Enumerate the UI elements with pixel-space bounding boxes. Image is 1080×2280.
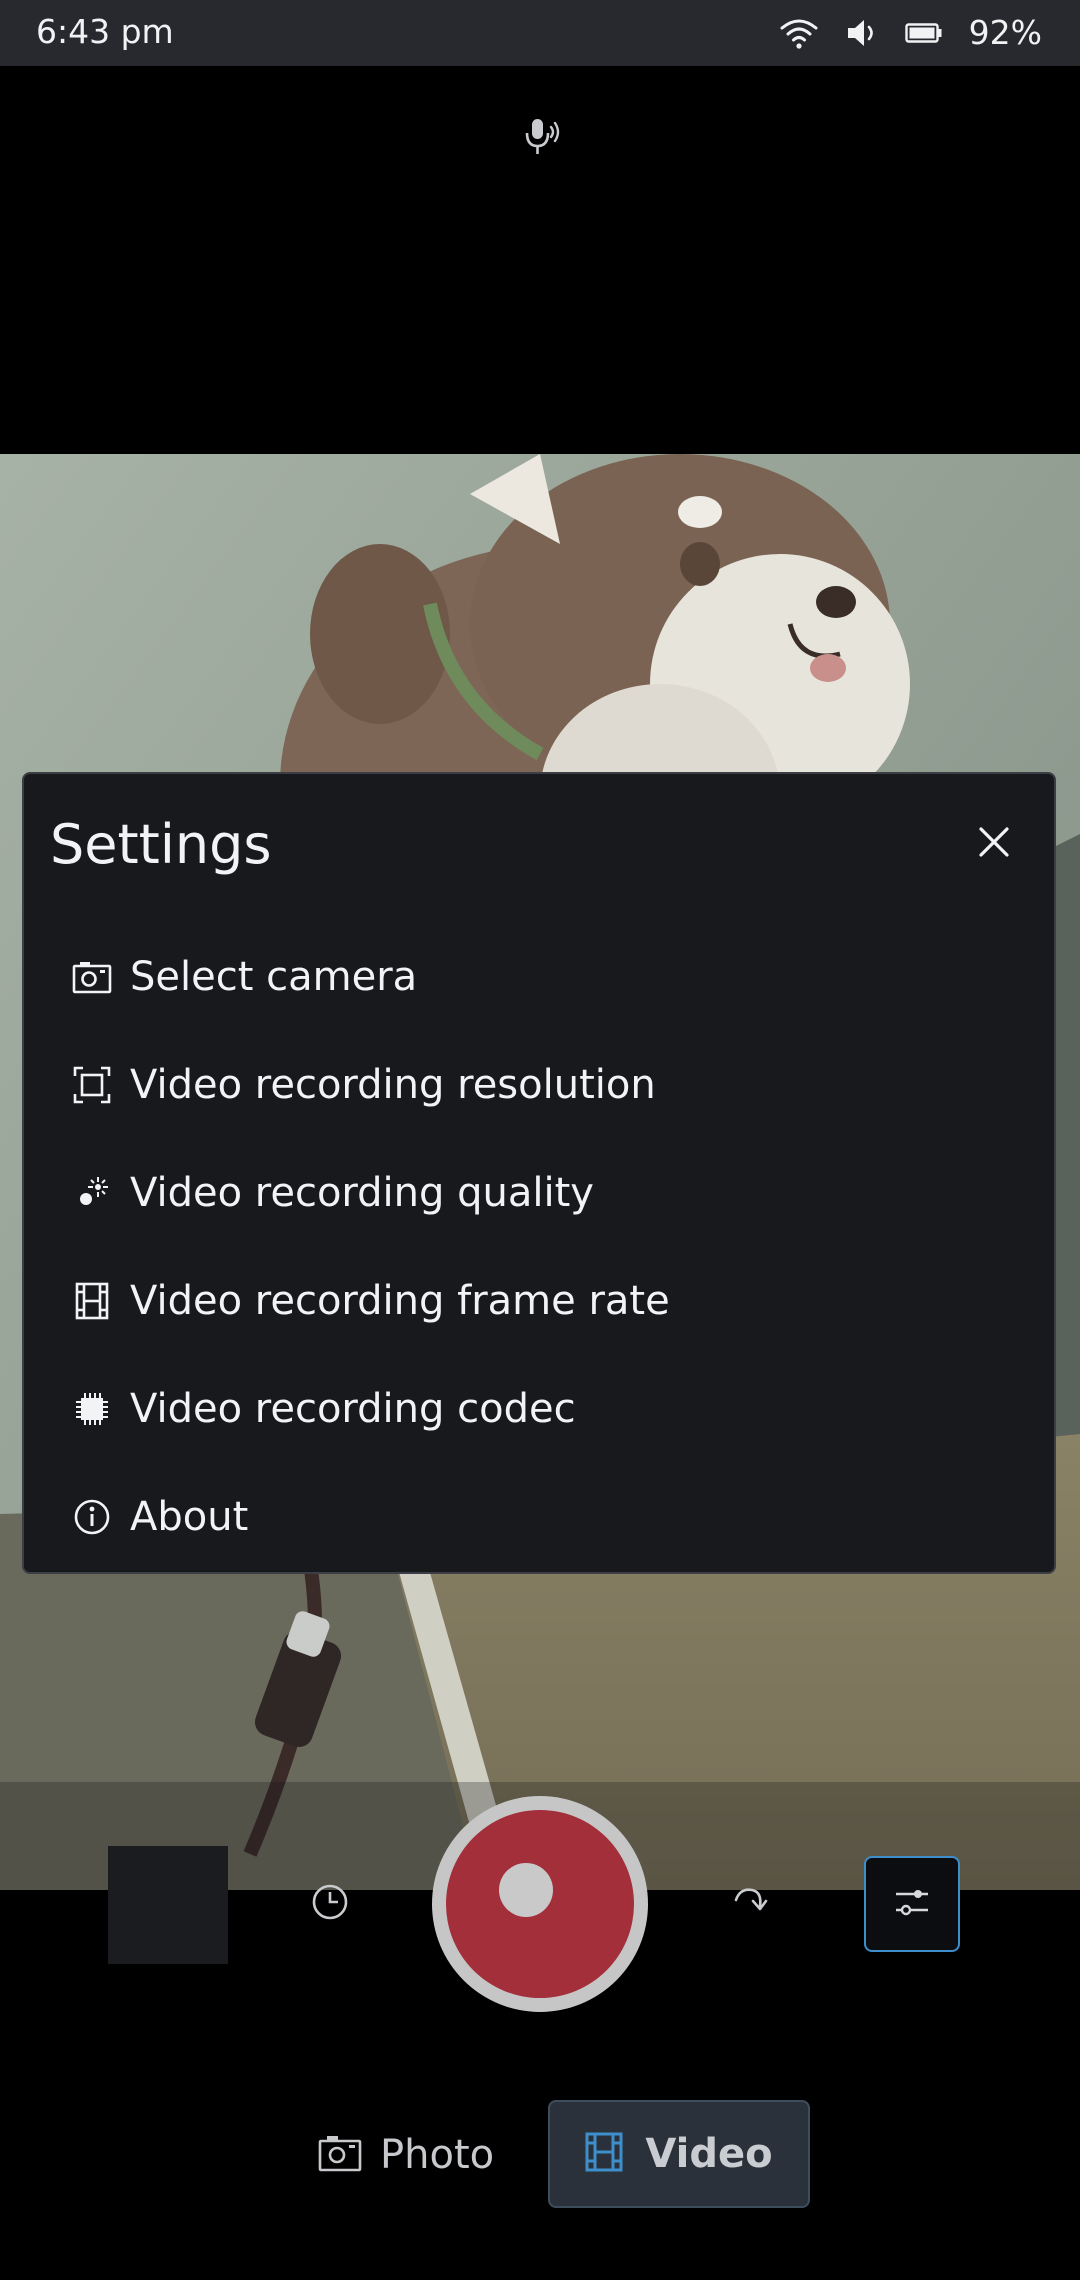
menu-item-video-resolution[interactable]: Video recording resolution: [50, 1040, 1030, 1130]
volume-icon: [845, 16, 879, 50]
dialog-title: Settings: [50, 813, 272, 876]
timer-button[interactable]: [306, 1880, 354, 1928]
resolution-icon: [70, 1063, 114, 1107]
menu-item-label: About: [130, 1494, 249, 1540]
status-icons: 92%: [779, 10, 1042, 56]
wifi-icon: [779, 16, 819, 50]
camera-icon: [318, 2134, 362, 2176]
microphone-icon: [520, 115, 564, 159]
menu-item-label: Video recording resolution: [130, 1062, 656, 1108]
status-time: 6:43 pm: [36, 12, 174, 51]
settings-dialog: Settings Select camera Video recording r…: [22, 772, 1056, 1574]
menu-item-video-codec[interactable]: Video recording codec: [50, 1364, 1030, 1454]
battery-percent: 92%: [968, 13, 1042, 52]
film-icon: [70, 1279, 114, 1323]
camera-app-screen: 6:43 pm 92% Settings Select camera Video…: [0, 0, 1080, 2280]
status-bar: 6:43 pm 92%: [0, 0, 1080, 66]
film-icon: [585, 2132, 623, 2176]
gallery-thumbnail[interactable]: [108, 1846, 228, 1964]
mode-video-button[interactable]: Video: [548, 2100, 810, 2208]
menu-item-label: Video recording codec: [130, 1386, 576, 1432]
menu-item-select-camera[interactable]: Select camera: [50, 932, 1030, 1022]
info-icon: [70, 1495, 114, 1539]
menu-item-video-frame-rate[interactable]: Video recording frame rate: [50, 1256, 1030, 1346]
timer-icon: [310, 1882, 350, 1926]
menu-item-video-quality[interactable]: Video recording quality: [50, 1148, 1030, 1238]
menu-item-label: Video recording frame rate: [130, 1278, 670, 1324]
menu-item-label: Video recording quality: [130, 1170, 594, 1216]
switch-camera-icon: [730, 1882, 770, 1926]
close-icon: [978, 826, 1010, 862]
mode-photo-label: Photo: [380, 2132, 495, 2178]
menu-item-label: Select camera: [130, 954, 418, 1000]
battery-icon: [904, 22, 943, 44]
menu-item-about[interactable]: About: [50, 1472, 1030, 1562]
mode-video-label: Video: [645, 2131, 773, 2177]
settings-button[interactable]: [864, 1856, 960, 1952]
camera-icon: [70, 955, 114, 999]
settings-sliders-icon: [892, 1882, 932, 1926]
quality-icon: [70, 1171, 114, 1215]
chip-icon: [70, 1387, 114, 1431]
record-icon: [499, 1863, 553, 1917]
mode-photo-button[interactable]: Photo: [318, 2100, 494, 2210]
record-button[interactable]: [432, 1796, 648, 2012]
record-button-inner: [446, 1810, 634, 1998]
switch-camera-button[interactable]: [726, 1880, 774, 1928]
close-button[interactable]: [964, 814, 1024, 874]
